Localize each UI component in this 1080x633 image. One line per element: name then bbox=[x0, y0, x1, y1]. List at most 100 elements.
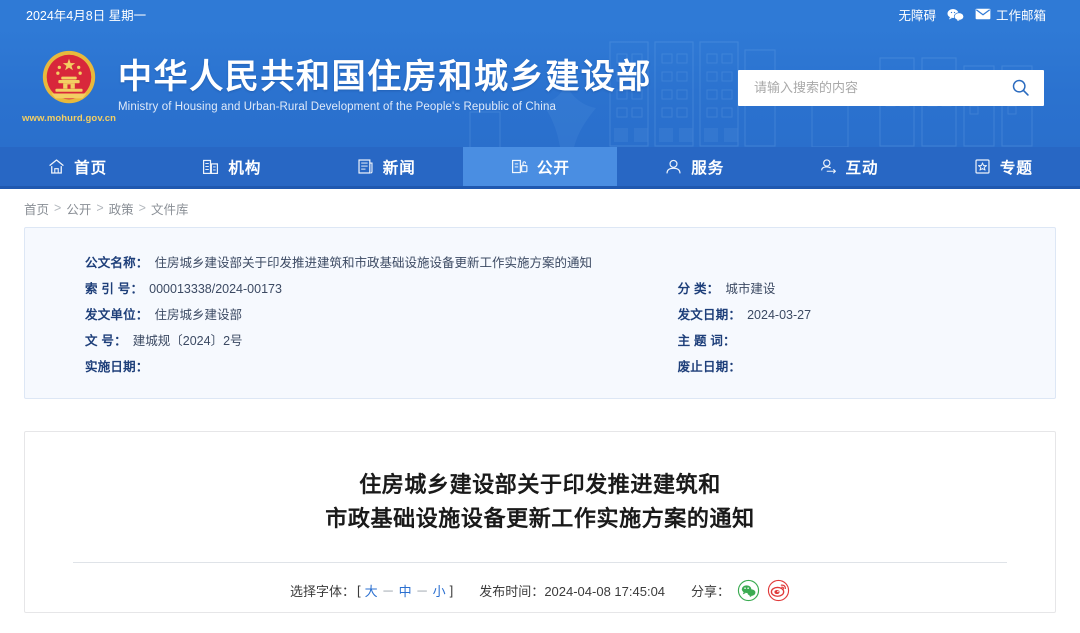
wechat-icon bbox=[947, 8, 964, 21]
top-bar: 2024年4月8日 星期一 无障碍 工作邮箱 bbox=[0, 0, 1080, 28]
breadcrumb-item-0[interactable]: 首页 bbox=[24, 199, 49, 218]
service-person-icon bbox=[666, 159, 681, 174]
font-size-dash-1: － bbox=[381, 584, 395, 599]
meta-label-issuer: 发文单位： bbox=[85, 308, 149, 322]
current-date: 2024年4月8日 星期一 bbox=[26, 8, 147, 23]
wechat-link[interactable] bbox=[947, 8, 964, 21]
title-divider bbox=[73, 562, 1007, 563]
breadcrumb-sep-0: > bbox=[54, 201, 62, 215]
publish-time-value: 2024-04-08 17:45:04 bbox=[544, 584, 666, 599]
article-toolbar: 选择字体： [ 大 － 中 － 小 ] 发布时间：2024-04-08 17:4… bbox=[25, 579, 1055, 602]
breadcrumb-sep-2: > bbox=[138, 201, 146, 215]
news-icon bbox=[358, 159, 373, 174]
interaction-icon bbox=[820, 159, 836, 174]
breadcrumb-item-2[interactable]: 政策 bbox=[109, 199, 134, 218]
home-icon bbox=[49, 159, 64, 174]
work-mailbox-label: 工作邮箱 bbox=[995, 8, 1046, 23]
meta-value-issuer: 住房城乡建设部 bbox=[154, 308, 243, 322]
font-size-small[interactable]: 小 bbox=[431, 581, 448, 600]
meta-label-issue-date: 发文日期： bbox=[677, 308, 742, 322]
nav-label-open-government: 公开 bbox=[536, 159, 570, 177]
nav-label-organization: 机构 bbox=[228, 159, 262, 177]
article-card: 住房城乡建设部关于印发推进建筑和 市政基础设施设备更新工作实施方案的通知 选择字… bbox=[24, 431, 1056, 613]
meta-row-doc-name: 公文名称： 住房城乡建设部关于印发推进建筑和市政基础设施设备更新工作实施方案的通… bbox=[85, 250, 664, 276]
meta-label-effective-date: 实施日期： bbox=[85, 360, 149, 374]
publish-time-label: 发布时间： bbox=[479, 584, 545, 599]
nav-item-open-government[interactable]: 公开 bbox=[462, 147, 618, 186]
accessibility-label: 无障碍 bbox=[898, 8, 936, 23]
site-title-block: 中华人民共和国住房和城乡建设部 Ministry of Housing and … bbox=[118, 58, 652, 113]
meta-row-category: 分 类： 城市建设 bbox=[678, 276, 1055, 302]
meta-row-effective-date: 实施日期： bbox=[85, 354, 664, 380]
search-input[interactable] bbox=[754, 80, 1011, 95]
breadcrumb-item-3[interactable]: 文件库 bbox=[151, 199, 189, 218]
share-label: 分享： bbox=[691, 584, 731, 599]
search-icon[interactable] bbox=[1011, 78, 1030, 97]
top-bar-links: 无障碍 工作邮箱 bbox=[898, 5, 1046, 24]
document-title-line-1: 住房城乡建设部关于印发推进建筑和 bbox=[359, 472, 721, 497]
document-metadata-card: 公文名称： 住房城乡建设部关于印发推进建筑和市政基础设施设备更新工作实施方案的通… bbox=[24, 227, 1056, 399]
meta-label-keywords: 主 题 词： bbox=[677, 334, 736, 348]
nav-item-interaction[interactable]: 互动 bbox=[771, 147, 925, 186]
nav-item-news[interactable]: 新闻 bbox=[309, 147, 463, 186]
breadcrumb: 首页 > 公开 > 政策 > 文件库 bbox=[0, 189, 1080, 227]
meta-row-issue-date: 发文日期： 2024-03-27 bbox=[678, 302, 1055, 328]
font-size-dash-2: － bbox=[415, 584, 429, 599]
nav-item-service[interactable]: 服务 bbox=[617, 147, 771, 186]
share-block: 分享： bbox=[691, 579, 790, 602]
national-emblem-icon bbox=[42, 50, 96, 103]
meta-row-doc-no: 文 号： 建城规〔2024〕2号 bbox=[85, 328, 664, 354]
weibo-share-icon[interactable] bbox=[767, 579, 790, 602]
nav-label-home: 首页 bbox=[74, 159, 108, 177]
emblem-block[interactable]: www.mohurd.gov.cn bbox=[22, 48, 116, 124]
meta-label-doc-no: 文 号： bbox=[85, 334, 127, 348]
meta-value-doc-no: 建城规〔2024〕2号 bbox=[132, 334, 243, 348]
meta-value-issue-date: 2024-03-27 bbox=[747, 308, 812, 322]
metadata-left-column: 公文名称： 住房城乡建设部关于印发推进建筑和市政基础设施设备更新工作实施方案的通… bbox=[25, 250, 664, 380]
document-title: 住房城乡建设部关于印发推进建筑和 市政基础设施设备更新工作实施方案的通知 bbox=[25, 468, 1055, 536]
font-size-large[interactable]: 大 bbox=[363, 581, 380, 600]
nav-item-organization[interactable]: 机构 bbox=[154, 147, 308, 186]
meta-label-repeal-date: 废止日期： bbox=[677, 360, 742, 374]
font-size-medium[interactable]: 中 bbox=[397, 581, 414, 600]
search-box[interactable] bbox=[738, 69, 1044, 106]
metadata-right-column: 分 类： 城市建设 发文日期： 2024-03-27 主 题 词： 废止日期： bbox=[664, 250, 1055, 380]
document-title-line-2: 市政基础设施设备更新工作实施方案的通知 bbox=[325, 506, 755, 531]
nav-item-topic[interactable]: 专题 bbox=[926, 147, 1080, 186]
star-topic-icon bbox=[975, 159, 990, 174]
site-title-cn: 中华人民共和国住房和城乡建设部 bbox=[118, 57, 652, 96]
meta-value-doc-name: 住房城乡建设部关于印发推进建筑和市政基础设施设备更新工作实施方案的通知 bbox=[154, 256, 593, 270]
nav-label-service: 服务 bbox=[691, 159, 725, 177]
nav-label-interaction: 互动 bbox=[845, 159, 879, 177]
site-url: www.mohurd.gov.cn bbox=[21, 112, 117, 124]
meta-value-index-no: 000013338/2024-00173 bbox=[149, 282, 282, 296]
bracket-open: [ bbox=[356, 583, 361, 598]
meta-row-issuer: 发文单位： 住房城乡建设部 bbox=[85, 302, 664, 328]
nav-label-topic: 专题 bbox=[999, 159, 1033, 177]
accessibility-link[interactable]: 无障碍 bbox=[898, 5, 936, 24]
meta-label-index-no: 索 引 号： bbox=[85, 282, 144, 296]
meta-row-repeal-date: 废止日期： bbox=[678, 354, 1055, 380]
meta-value-category: 城市建设 bbox=[725, 282, 776, 296]
font-size-selector: 选择字体： [ 大 － 中 － 小 ] bbox=[290, 581, 453, 600]
page-content: 公文名称： 住房城乡建设部关于印发推进建筑和市政基础设施设备更新工作实施方案的通… bbox=[24, 227, 1056, 613]
breadcrumb-sep-1: > bbox=[96, 201, 104, 215]
building-icon bbox=[203, 159, 219, 175]
nav-label-news: 新闻 bbox=[382, 159, 416, 177]
publish-time-block: 发布时间：2024-04-08 17:45:04 bbox=[479, 581, 665, 600]
site-title-en: Ministry of Housing and Urban-Rural Deve… bbox=[118, 101, 556, 114]
wechat-share-icon[interactable] bbox=[737, 579, 760, 602]
meta-row-keywords: 主 题 词： bbox=[678, 328, 1055, 354]
work-mailbox-link[interactable]: 工作邮箱 bbox=[975, 5, 1046, 24]
mail-icon bbox=[975, 8, 991, 20]
bracket-close: ] bbox=[449, 583, 454, 598]
breadcrumb-item-1[interactable]: 公开 bbox=[66, 199, 91, 218]
font-size-label: 选择字体： bbox=[289, 584, 355, 599]
open-gov-icon bbox=[511, 159, 528, 174]
meta-label-doc-name: 公文名称： bbox=[85, 256, 149, 270]
nav-item-home[interactable]: 首页 bbox=[0, 147, 154, 186]
meta-label-category: 分 类： bbox=[677, 282, 720, 296]
site-header: www.mohurd.gov.cn 中华人民共和国住房和城乡建设部 Minist… bbox=[0, 28, 1080, 147]
meta-row-index-no: 索 引 号： 000013338/2024-00173 bbox=[85, 276, 664, 302]
main-navigation: 首页 机构 新闻 公开 服务 互动 专题 bbox=[0, 147, 1080, 189]
